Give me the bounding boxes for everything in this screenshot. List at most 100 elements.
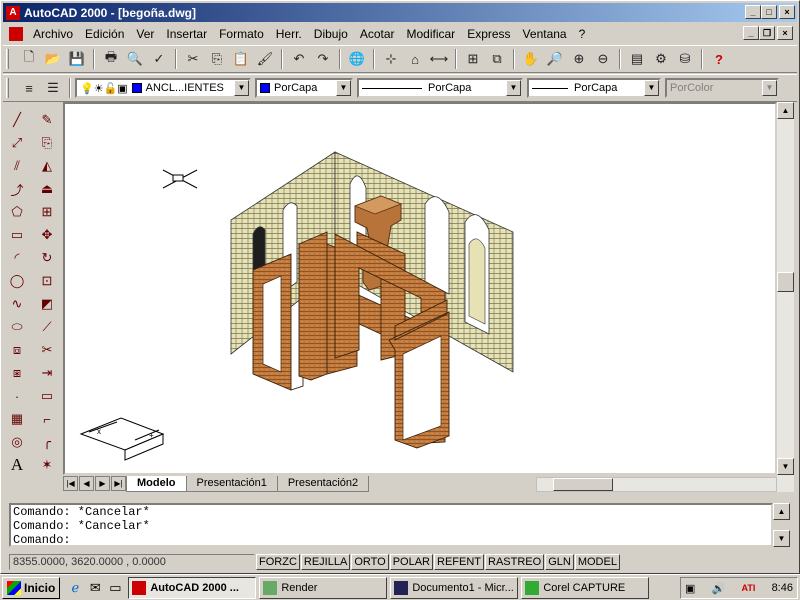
menu-herr[interactable]: Herr. bbox=[270, 27, 308, 41]
internet-icon[interactable]: 🌐 bbox=[346, 48, 368, 70]
show-desktop-icon[interactable]: ▭ bbox=[106, 579, 124, 597]
tab-presentacion1[interactable]: Presentación1 bbox=[185, 475, 278, 492]
move-icon[interactable]: ✥ bbox=[35, 224, 59, 246]
chamfer-icon[interactable]: ⌐ bbox=[35, 408, 59, 430]
toolbar-grip-2[interactable] bbox=[6, 78, 9, 98]
named-views-icon[interactable]: ⌂ bbox=[404, 48, 426, 70]
region-icon[interactable]: ◎ bbox=[5, 431, 29, 453]
toggle-grid[interactable]: REJILLA bbox=[300, 554, 351, 570]
undo-icon[interactable]: ↶ bbox=[288, 48, 310, 70]
menu-insertar[interactable]: Insertar bbox=[160, 27, 213, 41]
extend-icon[interactable]: ⇥ bbox=[35, 362, 59, 384]
drawing-area[interactable]: x + bbox=[63, 102, 777, 475]
prev-tab-button[interactable]: ◀ bbox=[79, 476, 94, 491]
toolbar-grip[interactable] bbox=[6, 49, 9, 69]
stretch-icon[interactable]: ◩ bbox=[35, 293, 59, 315]
break-icon[interactable]: ▭ bbox=[35, 385, 59, 407]
tab-modelo[interactable]: Modelo bbox=[126, 475, 187, 492]
redo-icon[interactable]: ↷ bbox=[312, 48, 334, 70]
aerial-view-icon[interactable]: ⧉ bbox=[486, 48, 508, 70]
first-tab-button[interactable]: |◀ bbox=[63, 476, 78, 491]
menu-help[interactable]: ? bbox=[573, 27, 592, 41]
scroll-down-button[interactable]: ▼ bbox=[777, 458, 794, 475]
hscroll-thumb[interactable] bbox=[553, 478, 613, 491]
lengthen-icon[interactable]: ⟋ bbox=[35, 316, 59, 338]
horizontal-scrollbar[interactable] bbox=[536, 477, 777, 492]
toggle-snap[interactable]: FORZC bbox=[256, 554, 300, 570]
rotate-icon[interactable]: ↻ bbox=[35, 247, 59, 269]
toggle-osnap[interactable]: REFENT bbox=[434, 554, 484, 570]
menu-modificar[interactable]: Modificar bbox=[401, 27, 462, 41]
menu-acotar[interactable]: Acotar bbox=[354, 27, 401, 41]
polyline-icon[interactable]: ⤴ bbox=[5, 178, 29, 200]
color-combo[interactable]: PorCapa ▼ bbox=[255, 78, 353, 98]
multiline-icon[interactable]: ⫽ bbox=[5, 155, 29, 177]
make-current-layer-icon[interactable]: ≡ bbox=[18, 77, 40, 99]
outlook-icon[interactable]: ✉ bbox=[86, 579, 104, 597]
minimize-button[interactable]: _ bbox=[745, 5, 761, 19]
doc-restore-button[interactable]: ❐ bbox=[759, 26, 775, 40]
menu-express[interactable]: Express bbox=[461, 27, 516, 41]
open-icon[interactable]: 📂 bbox=[42, 48, 64, 70]
menu-ver[interactable]: Ver bbox=[130, 27, 160, 41]
mirror-icon[interactable]: ◭ bbox=[35, 155, 59, 177]
maximize-button[interactable]: □ bbox=[761, 5, 777, 19]
properties-icon[interactable]: ▤ bbox=[626, 48, 648, 70]
scroll-up-button[interactable]: ▲ bbox=[777, 102, 794, 119]
toggle-lwt[interactable]: GLN bbox=[545, 554, 574, 570]
design-center-icon[interactable]: ⚙ bbox=[650, 48, 672, 70]
zoom-previous-icon[interactable]: ⊖ bbox=[592, 48, 614, 70]
menu-formato[interactable]: Formato bbox=[213, 27, 270, 41]
save-icon[interactable]: 💾 bbox=[66, 48, 88, 70]
circle-icon[interactable]: ◯ bbox=[5, 270, 29, 292]
display-icon[interactable]: ▣ bbox=[685, 582, 695, 595]
internet-explorer-icon[interactable]: ℯ bbox=[66, 579, 84, 597]
layer-combo[interactable]: 💡☀🔓▣ ANCL...IENTES ▼ bbox=[75, 78, 251, 98]
copy-icon[interactable]: ⎘ bbox=[206, 48, 228, 70]
pan-icon[interactable]: ⊞ bbox=[462, 48, 484, 70]
toggle-model[interactable]: MODEL bbox=[574, 554, 620, 570]
autocad-app-icon[interactable]: A bbox=[6, 5, 20, 20]
db-connect-icon[interactable]: ⛁ bbox=[674, 48, 696, 70]
insert-block-icon[interactable]: ⧈ bbox=[5, 339, 29, 361]
chevron-down-icon[interactable]: ▼ bbox=[234, 80, 249, 96]
tracking-icon[interactable]: ⟷ bbox=[428, 48, 450, 70]
toggle-otrack[interactable]: RASTREO bbox=[485, 554, 545, 570]
task-corel-capture[interactable]: Corel CAPTURE bbox=[521, 576, 650, 599]
spline-icon[interactable]: ∿ bbox=[5, 293, 29, 315]
task-autocad[interactable]: AutoCAD 2000 ... bbox=[128, 576, 257, 599]
ucs-icon[interactable]: ⊹ bbox=[380, 48, 402, 70]
zoom-realtime-icon[interactable]: 🔎 bbox=[544, 48, 566, 70]
point-icon[interactable]: · bbox=[5, 385, 29, 407]
polygon-icon[interactable]: ⬠ bbox=[5, 201, 29, 223]
ati-icon[interactable]: ATI bbox=[742, 583, 756, 593]
copy-object-icon[interactable]: ⎘ bbox=[35, 132, 59, 154]
toggle-polar[interactable]: POLAR bbox=[389, 554, 433, 570]
doc-minimize-button[interactable]: _ bbox=[743, 26, 759, 40]
tab-presentacion2[interactable]: Presentación2 bbox=[276, 475, 370, 492]
cut-icon[interactable]: ✂ bbox=[182, 48, 204, 70]
vertical-scrollbar[interactable]: ▲ ▼ bbox=[777, 102, 794, 492]
scale-icon[interactable]: ⊡ bbox=[35, 270, 59, 292]
lineweight-combo[interactable]: PorCapa ▼ bbox=[527, 78, 661, 98]
line-icon[interactable]: ╱ bbox=[5, 109, 29, 131]
paste-icon[interactable]: 📋 bbox=[230, 48, 252, 70]
task-render[interactable]: Render bbox=[259, 576, 388, 599]
mtext-icon[interactable]: A bbox=[5, 454, 29, 476]
volume-icon[interactable]: 🔊 bbox=[712, 582, 726, 595]
command-window[interactable]: Comando: *Cancelar* Comando: *Cancelar* … bbox=[9, 503, 773, 547]
command-scrollbar[interactable]: ▲ ▼ bbox=[773, 503, 790, 547]
clock[interactable]: 8:46 bbox=[772, 582, 793, 594]
construction-line-icon[interactable]: ⤢ bbox=[5, 132, 29, 154]
cmd-scroll-up-button[interactable]: ▲ bbox=[773, 503, 790, 520]
menu-archivo[interactable]: Archivo bbox=[27, 27, 79, 41]
menu-ventana[interactable]: Ventana bbox=[517, 27, 573, 41]
preview-icon[interactable]: 🔍 bbox=[124, 48, 146, 70]
explode-icon[interactable]: ✶ bbox=[35, 454, 59, 476]
task-word[interactable]: Documento1 - Micr... bbox=[390, 576, 519, 599]
menu-edicion[interactable]: Edición bbox=[79, 27, 130, 41]
fillet-icon[interactable]: ╭ bbox=[35, 431, 59, 453]
arc-icon[interactable]: ◜ bbox=[5, 247, 29, 269]
doc-close-button[interactable]: × bbox=[777, 26, 793, 40]
offset-icon[interactable]: ⏏ bbox=[35, 178, 59, 200]
